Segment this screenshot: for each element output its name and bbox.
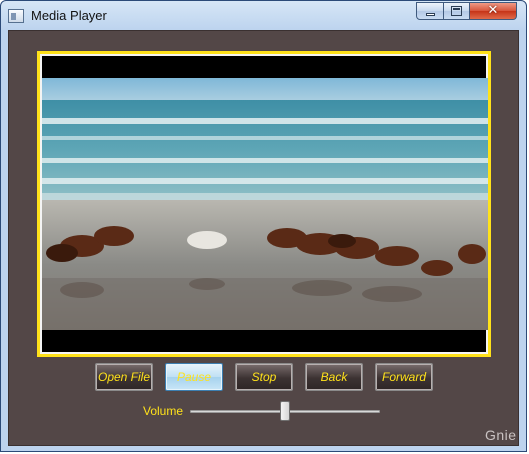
forward-button[interactable]: Forward [375,363,433,391]
volume-slider-thumb[interactable] [280,401,290,421]
minimize-icon [426,13,435,16]
title-bar[interactable]: Media Player ✕ [1,1,526,31]
video-frame-image [42,78,488,330]
pause-button[interactable]: Pause [165,363,223,391]
volume-slider[interactable] [190,401,380,421]
video-frame [37,51,491,357]
client-area: Open File Pause Stop Back Forward Volume… [8,30,519,446]
watermark-text: Gnie [485,427,517,443]
back-button[interactable]: Back [305,363,363,391]
video-display[interactable] [42,78,488,330]
close-icon: ✕ [487,3,499,18]
volume-label: Volume [143,404,184,418]
minimize-button[interactable] [416,2,444,20]
close-button[interactable]: ✕ [470,2,517,20]
media-player-window: Media Player ✕ Open File Pause Stop Back… [0,0,527,452]
app-icon[interactable] [8,9,24,23]
stop-button[interactable]: Stop [235,363,293,391]
maximize-button[interactable] [444,2,470,20]
open-file-button[interactable]: Open File [95,363,153,391]
maximize-icon [451,6,462,16]
window-title: Media Player [31,8,107,23]
